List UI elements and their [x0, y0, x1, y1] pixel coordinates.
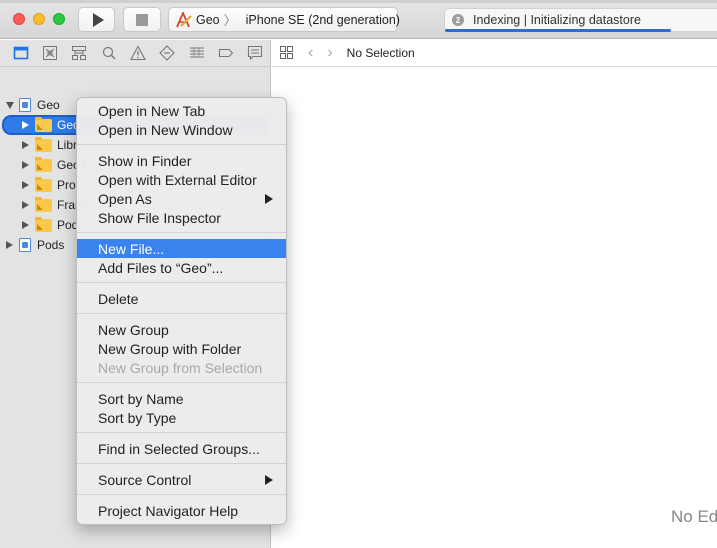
menu-item-open-as[interactable]: Open As: [77, 189, 286, 208]
disclosure-triangle-icon[interactable]: [22, 161, 29, 169]
report-bubble-icon[interactable]: [241, 41, 270, 65]
menu-item-show-file-inspector[interactable]: Show File Inspector: [77, 208, 286, 227]
menu-item-add-files[interactable]: Add Files to “Geo”...: [77, 258, 286, 277]
menu-item-sort-by-type[interactable]: Sort by Type: [77, 408, 286, 427]
disclosure-triangle-icon[interactable]: [6, 101, 14, 109]
task-count-badge: 2: [452, 14, 464, 26]
jump-bar: ‹ › No Selection: [272, 40, 717, 67]
editor-area: ‹ › No Selection No Ed: [272, 40, 717, 548]
menu-item-open-in-new-window[interactable]: Open in New Window: [77, 120, 286, 139]
no-editor-placeholder: No Ed: [671, 507, 717, 526]
folder-icon: [35, 136, 52, 152]
tree-item-label: Geo: [37, 98, 60, 112]
title-strip: [0, 0, 717, 3]
stop-button[interactable]: [123, 7, 161, 32]
warning-icon[interactable]: [123, 41, 152, 65]
disclosure-triangle-icon[interactable]: [22, 201, 29, 209]
activity-progress-bar: [445, 29, 671, 32]
navigator-selector-bar: [0, 40, 270, 67]
menu-separator: [77, 494, 286, 495]
menu-item-show-in-finder[interactable]: Show in Finder: [77, 151, 286, 170]
menu-separator: [77, 282, 286, 283]
menu-item-new-group-with-folder[interactable]: New Group with Folder: [77, 339, 286, 358]
folder-icon: [35, 156, 52, 172]
menu-item-label: Source Control: [98, 471, 192, 488]
folder-icon: [35, 116, 52, 132]
xcode-app-icon: [175, 10, 193, 28]
device-icon: [239, 14, 242, 25]
jump-bar-title: No Selection: [346, 46, 415, 60]
menu-item-label: Open As: [98, 190, 152, 207]
play-icon: [92, 12, 104, 27]
close-window-button[interactable]: [13, 13, 25, 25]
search-icon[interactable]: [94, 41, 123, 65]
menu-separator: [77, 432, 286, 433]
context-menu: Open in New Tab Open in New Window Show …: [76, 97, 287, 525]
source-control-icon[interactable]: [35, 41, 64, 65]
run-button[interactable]: [78, 7, 115, 32]
menu-separator: [77, 144, 286, 145]
scheme-selector[interactable]: Geo 〉 iPhone SE (2nd generation): [168, 7, 400, 32]
folder-icon[interactable]: [6, 41, 35, 65]
related-items-grid-icon[interactable]: [280, 46, 294, 60]
breakpoint-tag-icon[interactable]: [211, 41, 240, 65]
submenu-arrow-icon: [265, 475, 273, 485]
scheme-device-name[interactable]: iPhone SE (2nd generation): [246, 13, 400, 27]
activity-status-text: Indexing | Initializing datastore: [473, 13, 641, 27]
back-chevron-icon[interactable]: ‹: [308, 44, 313, 62]
disclosure-triangle-icon[interactable]: [22, 221, 29, 229]
folder-icon: [35, 196, 52, 212]
menu-item-sort-by-name[interactable]: Sort by Name: [77, 389, 286, 408]
project-file-icon: [19, 98, 31, 112]
folder-icon: [35, 176, 52, 192]
menu-item-open-in-new-tab[interactable]: Open in New Tab: [77, 101, 286, 120]
menu-separator: [77, 382, 286, 383]
debug-list-icon[interactable]: [182, 41, 211, 65]
menu-separator: [77, 463, 286, 464]
submenu-arrow-icon: [265, 194, 273, 204]
stop-icon: [136, 13, 148, 26]
menu-item-new-group-from-selection: New Group from Selection: [98, 359, 263, 376]
menu-item-delete[interactable]: Delete: [77, 289, 286, 308]
symbol-hierarchy-icon[interactable]: [65, 41, 94, 65]
menu-separator: [77, 232, 286, 233]
disclosure-triangle-icon[interactable]: [22, 181, 29, 189]
menu-item-new-file[interactable]: New File...: [77, 239, 286, 258]
menu-separator: [77, 313, 286, 314]
project-file-icon: [19, 238, 31, 252]
minimize-window-button[interactable]: [33, 13, 45, 25]
menu-item-new-group[interactable]: New Group: [77, 320, 286, 339]
forward-chevron-icon[interactable]: ›: [327, 44, 332, 62]
disclosure-triangle-icon[interactable]: [6, 241, 13, 249]
window-toolbar: Geo 〉 iPhone SE (2nd generation) 2 Index…: [0, 0, 717, 39]
activity-viewer[interactable]: 2 Indexing | Initializing datastore: [444, 8, 717, 32]
scheme-separator: 〉: [223, 13, 237, 28]
test-diamond-icon[interactable]: [153, 41, 182, 65]
disclosure-triangle-icon[interactable]: [22, 141, 29, 149]
menu-item-open-with-external-editor[interactable]: Open with External Editor: [77, 170, 286, 189]
menu-item-project-navigator-help[interactable]: Project Navigator Help: [77, 501, 286, 520]
tree-item-label: Pods: [37, 238, 65, 252]
zoom-window-button[interactable]: [53, 13, 65, 25]
scheme-project-name[interactable]: Geo: [196, 13, 220, 27]
menu-item-find-in-selected-groups[interactable]: Find in Selected Groups...: [77, 439, 286, 458]
disclosure-triangle-icon[interactable]: [22, 121, 29, 129]
folder-icon: [35, 216, 52, 232]
menu-item-source-control[interactable]: Source Control: [77, 470, 286, 489]
